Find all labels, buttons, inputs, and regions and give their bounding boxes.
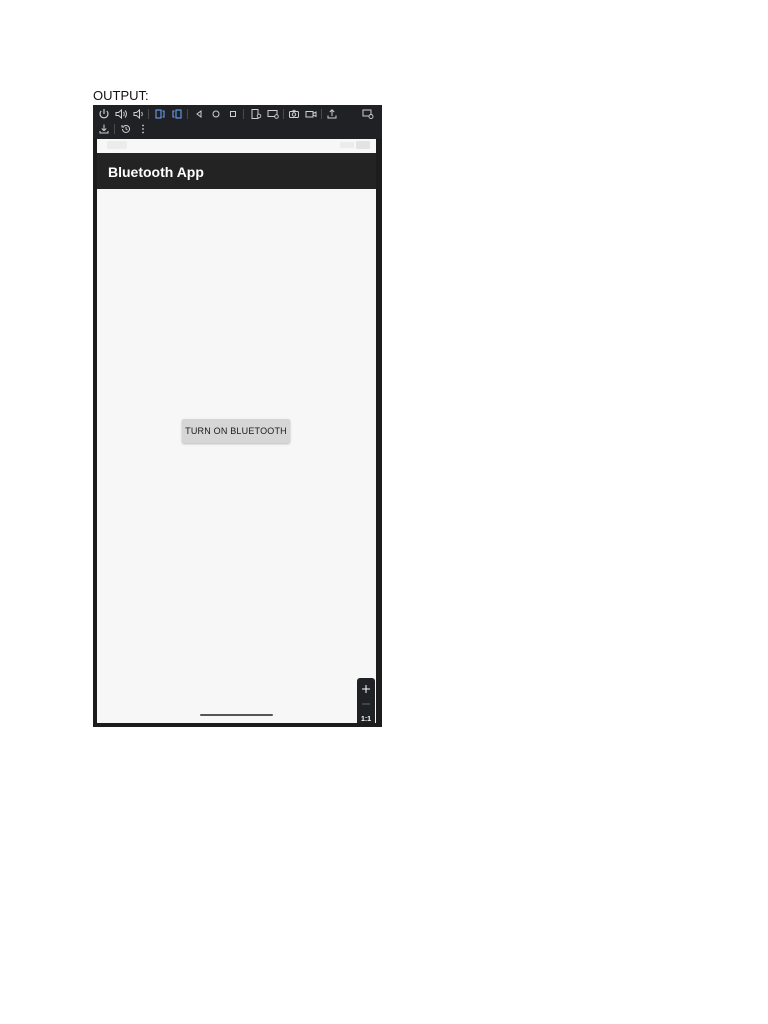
app-content: TURN ON BLUETOOTH: [97, 189, 376, 723]
toolbar-row-2: [93, 122, 382, 136]
emulator-toolbar: [93, 105, 382, 139]
zoom-out-button[interactable]: [357, 696, 375, 710]
zoom-in-button[interactable]: [357, 681, 375, 695]
emulator-window: Bluetooth App TURN ON BLUETOOTH 1:1: [93, 105, 382, 727]
page: OUTPUT: Bluetooth App TURN ON BLUETOOTH …: [0, 0, 768, 1024]
camera-icon[interactable]: [287, 107, 301, 121]
battery-icon: [356, 141, 370, 149]
rotate-right-icon[interactable]: [170, 107, 184, 121]
overview-icon[interactable]: [226, 107, 240, 121]
history-icon[interactable]: [119, 122, 133, 136]
snapshot-icon[interactable]: [361, 107, 375, 121]
fold-icon[interactable]: [249, 107, 263, 121]
home-indicator[interactable]: [200, 714, 273, 716]
status-bar: [97, 139, 376, 153]
output-label: OUTPUT:: [93, 88, 149, 103]
screen-record-icon[interactable]: [304, 107, 318, 121]
device-screen: Bluetooth App TURN ON BLUETOOTH 1:1: [97, 139, 376, 723]
app-bar: Bluetooth App: [97, 153, 376, 189]
volume-down-icon[interactable]: [131, 107, 145, 121]
toolbar-row-1: [93, 107, 382, 121]
download-icon[interactable]: [97, 122, 111, 136]
power-icon[interactable]: [97, 107, 111, 121]
zoom-controls: 1:1: [357, 678, 375, 723]
back-icon[interactable]: [192, 107, 206, 121]
home-icon[interactable]: [209, 107, 223, 121]
zoom-ratio-button[interactable]: 1:1: [357, 713, 375, 723]
status-icons: [340, 142, 354, 148]
rotate-left-icon[interactable]: [153, 107, 167, 121]
turn-on-bluetooth-button[interactable]: TURN ON BLUETOOTH: [182, 419, 290, 443]
volume-up-icon[interactable]: [114, 107, 128, 121]
status-time: [107, 141, 127, 149]
more-options-icon[interactable]: [136, 122, 150, 136]
display-mode-icon[interactable]: [266, 107, 280, 121]
app-title: Bluetooth App: [108, 164, 204, 180]
share-icon[interactable]: [325, 107, 339, 121]
